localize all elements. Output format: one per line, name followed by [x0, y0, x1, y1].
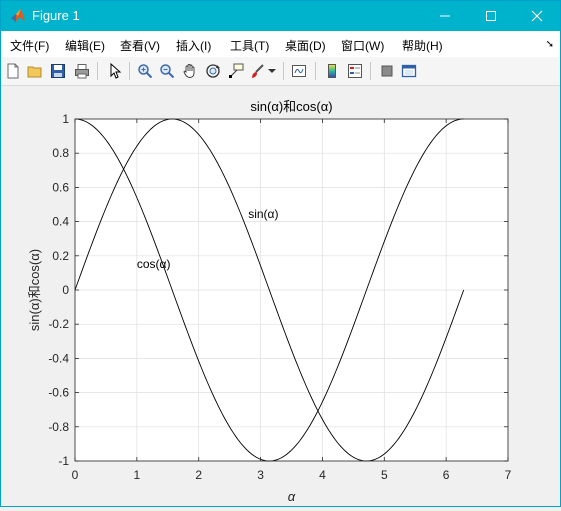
toolbar-separator [370, 62, 371, 80]
brush-icon [252, 64, 264, 78]
figure-window: Figure 1 文件(F) 编辑(E) 查看(V) 插入(I) 工具(T) 桌… [0, 0, 561, 507]
edit-plot-button[interactable] [105, 61, 125, 81]
y-tick-label: 0.8 [52, 146, 69, 160]
y-axis-label: sin(α)和cos(α) [27, 249, 42, 331]
y-tick-label: -0.2 [48, 317, 69, 331]
data-cursor-icon [229, 63, 244, 78]
menu-file[interactable]: 文件(F) [10, 37, 49, 54]
title-bar[interactable]: Figure 1 [1, 1, 560, 31]
new-figure-button[interactable] [3, 61, 23, 81]
link-plot-icon [292, 65, 306, 77]
chevron-down-icon [268, 69, 276, 73]
minimize-icon [440, 15, 450, 17]
x-tick-label: 7 [505, 468, 512, 482]
matlab-logo-icon [10, 8, 26, 24]
print-button[interactable] [72, 61, 92, 81]
zoom-in-icon [138, 64, 153, 79]
new-figure-icon [7, 63, 19, 79]
y-tick-label: 0.6 [52, 180, 69, 194]
y-tick-label: -0.8 [48, 420, 69, 434]
toolbar-separator [129, 62, 130, 80]
legend-button[interactable] [345, 61, 365, 81]
y-tick-label: -0.6 [48, 386, 69, 400]
brush-dropdown-button[interactable] [266, 61, 278, 81]
menu-insert[interactable]: 插入(I) [176, 37, 211, 54]
y-tick-label: 1 [62, 112, 69, 126]
y-tick-label: 0 [62, 283, 69, 297]
hide-plot-tools-icon [381, 65, 393, 77]
menu-tools[interactable]: 工具(T) [230, 37, 269, 54]
link-plot-button[interactable] [289, 61, 309, 81]
maximize-icon [486, 11, 496, 21]
sin-annotation: sin(α) [248, 207, 278, 221]
print-icon [75, 64, 89, 79]
zoom-out-icon [160, 64, 175, 79]
plot-title: sin(α)和cos(α) [250, 99, 332, 114]
show-plot-tools-icon [401, 64, 417, 78]
rotate-3d-icon [206, 64, 220, 78]
save-button[interactable] [48, 61, 68, 81]
show-plot-tools-button[interactable] [399, 61, 419, 81]
window-title: Figure 1 [32, 8, 80, 23]
y-tick-label: 0.2 [52, 249, 69, 263]
toolbar-separator [315, 62, 316, 80]
toolbar [1, 57, 560, 86]
x-tick-label: 2 [195, 468, 202, 482]
menu-edit[interactable]: 编辑(E) [65, 37, 105, 54]
legend-icon [348, 64, 362, 78]
save-icon [51, 64, 65, 78]
colorbar-icon [328, 64, 336, 78]
figure-canvas: 0 1 2 3 4 5 6 7 -1 -0.8 -0.6 -0.4 -0.2 0 0.2 0.4 0.6 0.8 1… [1, 86, 560, 506]
x-tick-label: 3 [257, 468, 264, 482]
x-axis-label: α [288, 489, 296, 504]
pan-button[interactable] [180, 61, 200, 81]
open-file-icon [27, 66, 42, 78]
hide-plot-tools-button[interactable] [377, 61, 397, 81]
x-tick-label: 0 [72, 468, 79, 482]
maximize-button[interactable] [468, 1, 514, 31]
minimize-button[interactable] [422, 1, 468, 31]
x-tick-label: 6 [443, 468, 450, 482]
menu-window[interactable]: 窗口(W) [341, 37, 384, 54]
menu-desktop[interactable]: 桌面(D) [285, 37, 326, 54]
pan-hand-icon [183, 64, 195, 78]
rotate-3d-button[interactable] [203, 61, 223, 81]
menu-overflow-icon[interactable]: ➘ [546, 39, 554, 50]
cos-annotation: cos(α) [137, 257, 171, 271]
open-file-button[interactable] [25, 61, 45, 81]
menu-help[interactable]: 帮助(H) [402, 37, 443, 54]
x-tick-label: 5 [381, 468, 388, 482]
x-tick-label: 4 [319, 468, 326, 482]
close-icon [531, 10, 543, 22]
menu-bar: 文件(F) 编辑(E) 查看(V) 插入(I) 工具(T) 桌面(D) 窗口(W… [1, 31, 560, 57]
zoom-in-button[interactable] [135, 61, 155, 81]
brush-button[interactable] [248, 61, 268, 81]
data-cursor-button[interactable] [226, 61, 246, 81]
y-tick-label: -1 [58, 454, 69, 468]
y-tick-label: -0.4 [48, 351, 69, 365]
menu-view[interactable]: 查看(V) [120, 37, 160, 54]
y-tick-label: 0.4 [52, 215, 69, 229]
colorbar-button[interactable] [322, 61, 342, 81]
x-tick-label: 1 [134, 468, 141, 482]
zoom-out-button[interactable] [157, 61, 177, 81]
toolbar-separator [97, 62, 98, 80]
toolbar-separator [283, 62, 284, 80]
close-button[interactable] [514, 1, 560, 31]
edit-plot-pointer-icon [110, 63, 122, 79]
plot-figure: 0 1 2 3 4 5 6 7 -1 -0.8 -0.6 -0.4 -0.2 0 0.2 0.4 0.6 0.8 1… [27, 99, 512, 504]
